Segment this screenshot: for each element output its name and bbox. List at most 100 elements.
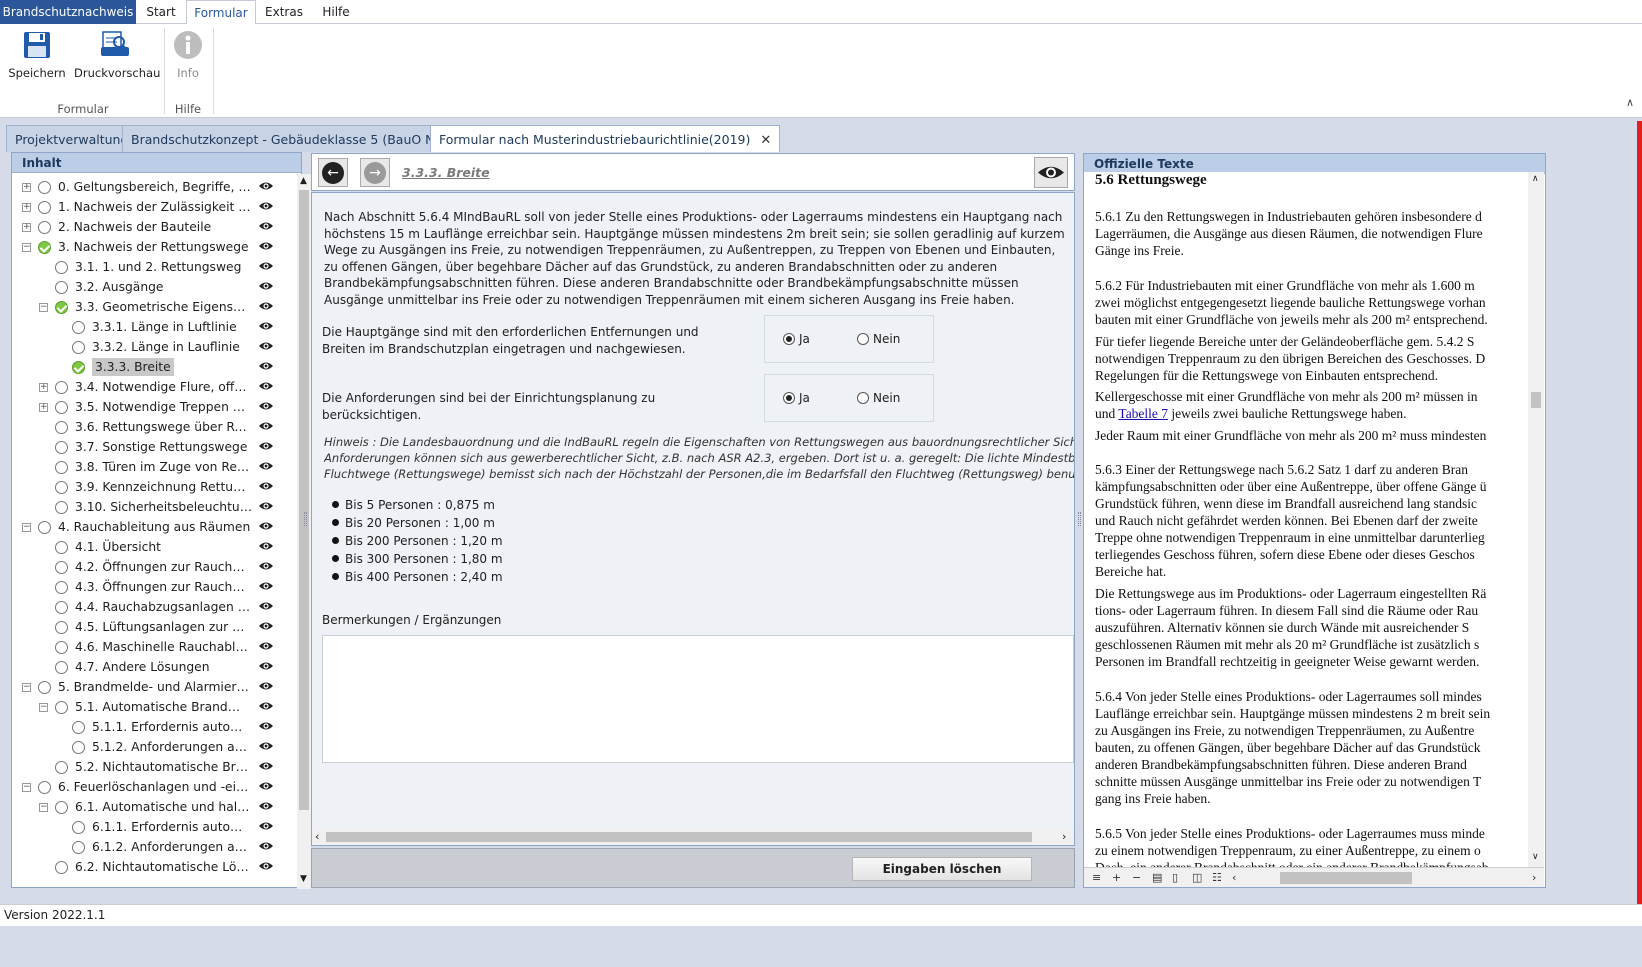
tree-item[interactable]: − 6. Feuerlöschanlagen und -einrich... [12,777,297,797]
save-button[interactable]: Speichern [8,30,66,80]
scroll-left-icon[interactable]: ‹ [315,829,319,845]
tabelle-7-link[interactable]: Tabelle 7 [1118,406,1168,421]
eye-icon[interactable] [258,620,274,632]
tree-item[interactable]: 6.1.1. Erfordernis automatis... [12,817,297,837]
tree-item[interactable]: 3.10. Sicherheitsbeleuchtung [12,497,297,517]
eye-icon[interactable] [258,720,274,732]
tree-scrollbar[interactable]: ▲ ▼ [297,174,311,889]
tree-item[interactable]: − 5. Brandmelde- und Alarmierungs... [12,677,297,697]
collapse-ribbon-icon[interactable]: ∧ [1626,96,1634,109]
eye-icon[interactable] [258,840,274,852]
app-menu-button[interactable]: Brandschutznachweis [0,0,136,24]
collapse-icon[interactable]: − [22,783,31,792]
tree-item[interactable]: 6.2. Nichtautomatische Löschei... [12,857,297,877]
eye-icon[interactable] [258,540,274,552]
tree-item[interactable]: +3.5. Notwendige Treppen und ... [12,397,297,417]
tree-item[interactable]: 4.1. Übersicht [12,537,297,557]
tree-item[interactable]: − 3.3. Geometrische Eigenschaft... [12,297,297,317]
tree-item[interactable]: − 6.1. Automatische und halbstat... [12,797,297,817]
collapse-icon[interactable]: − [22,243,31,252]
tree-item[interactable]: 3.3.3. Breite [12,357,297,377]
collapse-icon[interactable]: − [39,703,48,712]
eye-icon[interactable] [258,480,274,492]
official-scroll-thumb[interactable] [1531,392,1541,408]
tab-hilfe[interactable]: Hilfe [314,0,358,24]
scroll-up-icon[interactable]: ∧ [1532,174,1539,184]
expand-icon[interactable]: + [22,203,31,212]
eye-icon[interactable] [258,360,274,372]
scroll-down-icon[interactable]: ∨ [1532,852,1539,862]
eye-icon[interactable] [258,700,274,712]
single-page-icon[interactable]: ▯ [1172,868,1178,888]
tree-item[interactable]: 3.6. Rettungswege über Rettun... [12,417,297,437]
viewer-h-scroll-thumb[interactable] [1280,872,1412,884]
eye-icon[interactable] [258,600,274,612]
expand-icon[interactable]: + [39,383,48,392]
eye-icon[interactable] [258,740,274,752]
splitter-handle[interactable] [304,512,307,526]
eye-icon[interactable] [258,820,274,832]
doc-tab-projektverwaltung[interactable]: Projektverwaltung [6,125,138,152]
eye-icon[interactable] [258,180,274,192]
expand-icon[interactable]: + [22,183,31,192]
eye-icon[interactable] [258,420,274,432]
q2-nein-radio[interactable]: Nein [857,391,900,405]
splitter-handle[interactable] [1078,512,1081,526]
eye-icon[interactable] [258,760,274,772]
zoom-out-icon[interactable]: − [1132,868,1141,888]
tree-item[interactable]: 6.1.2. Anforderungen an au... [12,837,297,857]
close-tab-icon[interactable]: ✕ [760,133,771,148]
q1-ja-radio[interactable]: Ja [783,332,810,346]
remarks-textarea[interactable] [322,635,1074,763]
eye-icon[interactable] [258,340,274,352]
tree-item[interactable]: 3.2. Ausgänge [12,277,297,297]
back-button[interactable]: ← [318,158,348,187]
doc-tab-brandschutzkonzept[interactable]: Brandschutzkonzept - Gebäudeklasse 5 (Ba… [122,125,469,152]
form-horizontal-scrollbar[interactable]: ‹ › [312,829,1074,845]
tree-item[interactable]: 5.1.1. Erfordernis autom. Br... [12,717,297,737]
collapse-icon[interactable]: − [22,683,31,692]
eye-icon[interactable] [258,200,274,212]
eye-icon[interactable] [258,660,274,672]
q2-ja-radio[interactable]: Ja [783,391,810,405]
eye-icon[interactable] [258,440,274,452]
expand-icon[interactable]: + [22,223,31,232]
tab-extras[interactable]: Extras [260,0,308,24]
eye-icon[interactable] [258,400,274,412]
tree-item[interactable]: − 3. Nachweis der Rettungswege [12,237,297,257]
eye-icon[interactable] [258,860,274,872]
official-text-viewer[interactable]: 5.6 Rettungswege und Tabelle 7 jeweils z… [1084,172,1528,867]
scroll-right-icon[interactable]: › [1062,829,1066,845]
eye-icon[interactable] [258,320,274,332]
collapse-icon[interactable]: − [39,303,48,312]
eye-icon[interactable] [258,260,274,272]
tree-item[interactable]: +0. Geltungsbereich, Begriffe, Grun... [12,177,297,197]
tree-item[interactable]: − 4. Rauchableitung aus Räumen [12,517,297,537]
eye-icon[interactable] [258,520,274,532]
tree-item[interactable]: +1. Nachweis der Zulässigkeit für B... [12,197,297,217]
scroll-down-icon[interactable]: ▼ [300,874,307,884]
eye-icon[interactable] [258,800,274,812]
eye-icon[interactable] [258,300,274,312]
grid-view-icon[interactable]: ☷ [1212,868,1222,888]
scroll-up-icon[interactable]: ▲ [300,176,307,186]
eye-icon[interactable] [258,680,274,692]
expand-icon[interactable]: + [39,403,48,412]
eye-icon[interactable] [258,220,274,232]
two-page-icon[interactable]: ◫ [1192,868,1202,888]
info-button[interactable]: Info [170,30,206,80]
eye-icon[interactable] [258,580,274,592]
tree-item[interactable]: 3.9. Kennzeichnung Rettungsw... [12,477,297,497]
tree-item[interactable]: 4.2. Öffnungen zur Rauchableit... [12,557,297,577]
eye-icon[interactable] [258,560,274,572]
tree-item[interactable]: 5.2. Nichtautomatische Brand... [12,757,297,777]
tree-item[interactable]: 5.1.2. Anforderungen an au... [12,737,297,757]
tree-item[interactable]: 4.7. Andere Lösungen [12,657,297,677]
official-vertical-scrollbar[interactable]: ∧ ∨ [1528,172,1544,867]
tree-scroll-thumb[interactable] [299,190,309,810]
eye-icon[interactable] [258,640,274,652]
q1-nein-radio[interactable]: Nein [857,332,900,346]
doc-tab-formular[interactable]: Formular nach Musterindustriebaurichtlin… [430,125,781,152]
tab-formular[interactable]: Formular [186,0,256,25]
section-title[interactable]: 3.3.3. Breite [402,165,490,180]
